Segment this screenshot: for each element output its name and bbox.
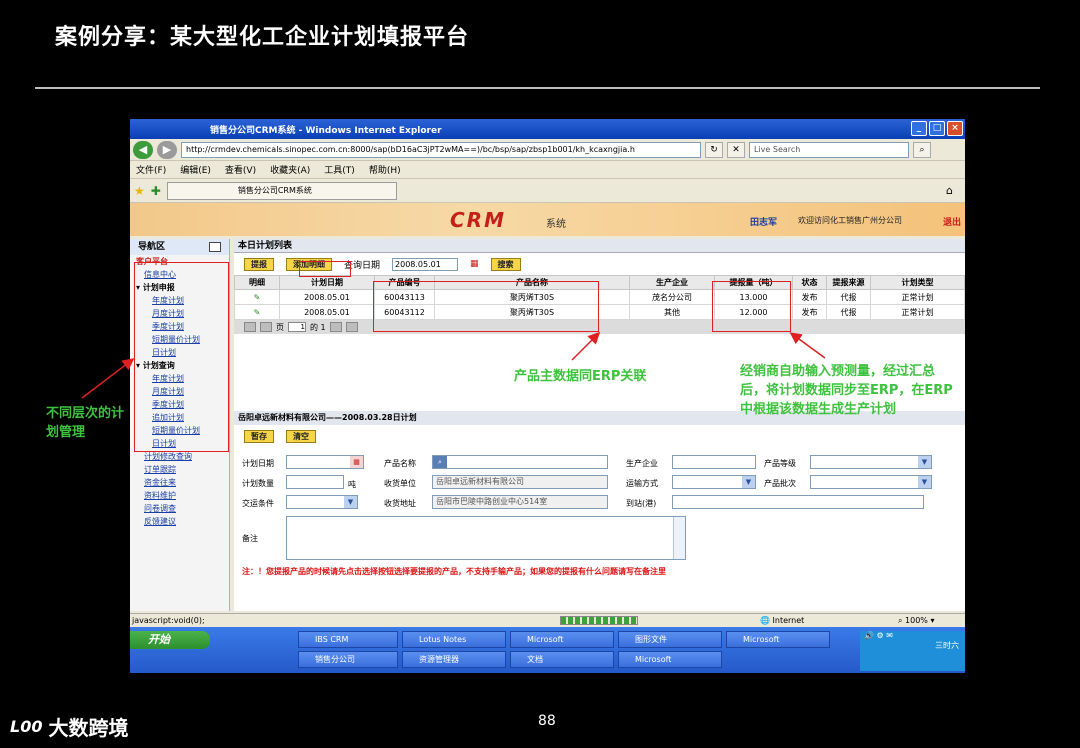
page-number: 88 — [538, 713, 556, 729]
arrow-to-product — [571, 331, 601, 361]
brand-logo-mark: L00 — [10, 717, 43, 736]
arrow-to-sidebar — [81, 358, 135, 399]
annotation-erp-master-data: 产品主数据同ERP关联 — [514, 369, 647, 384]
brand-logo: L00 大数跨境 — [10, 712, 128, 741]
annotation-forecast-sync: 经销商自助输入预测量，经过汇总后，将计划数据同步至ERP，在ERP中根据该数据生… — [740, 364, 953, 417]
brand-logo-text: 大数跨境 — [48, 716, 129, 740]
arrow-to-quantity — [789, 332, 826, 359]
annotation-plan-levels: 不同层次的计划管理 — [46, 406, 125, 440]
